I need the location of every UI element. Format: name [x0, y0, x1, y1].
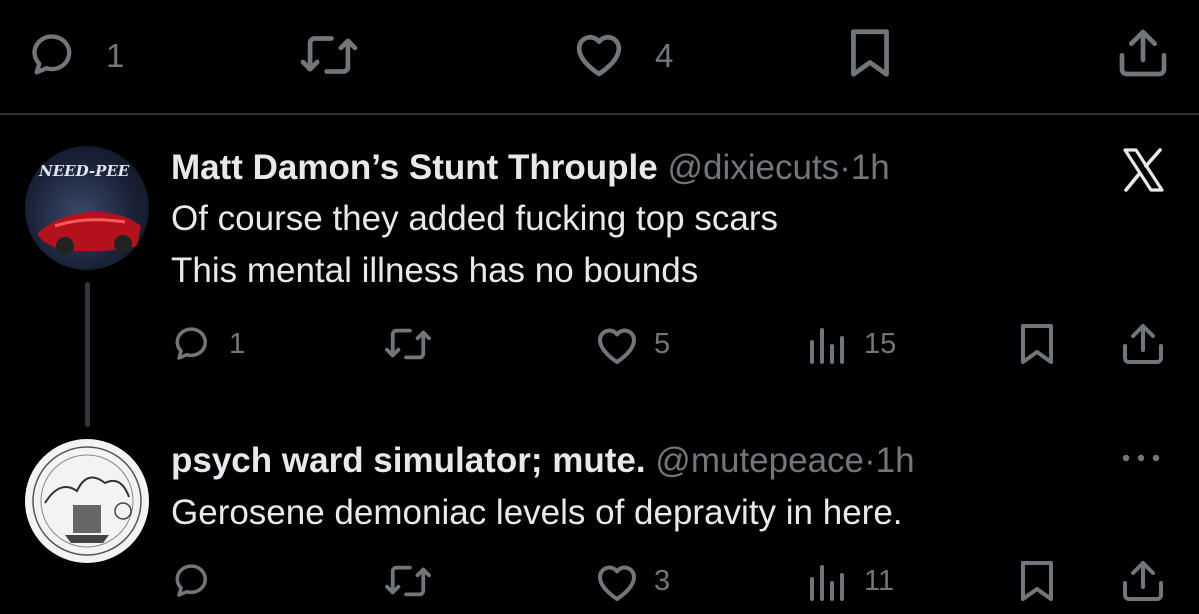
display-name[interactable]: Matt Damon’s Stunt Throuple	[171, 148, 658, 187]
thread-line	[85, 282, 90, 427]
like-count: 5	[654, 328, 671, 360]
view-count: 11	[864, 565, 895, 597]
reply-count: 1	[106, 37, 125, 74]
repost-icon[interactable]	[383, 323, 433, 365]
avatar[interactable]	[25, 439, 149, 563]
reply-icon[interactable]	[26, 29, 82, 81]
repost-icon[interactable]	[298, 29, 360, 81]
more-options-icon[interactable]	[1118, 448, 1164, 473]
views-icon[interactable]	[803, 559, 853, 603]
like-count: 3	[654, 565, 671, 597]
share-icon[interactable]	[1119, 559, 1167, 603]
post-text: Of course they added fucking top scars T…	[171, 193, 778, 297]
post-line: This mental illness has no bounds	[171, 251, 699, 290]
avatar-logo-text: NEED-PEE	[39, 162, 130, 180]
separator: ·	[839, 148, 851, 187]
repost-icon[interactable]	[383, 560, 433, 602]
handle[interactable]: @mutepeace	[655, 441, 864, 480]
post-line: Of course they added fucking top scars	[171, 199, 778, 238]
post-text: Gerosene demoniac levels of depravity in…	[171, 487, 903, 539]
avatar[interactable]: NEED-PEE	[25, 146, 149, 270]
display-name[interactable]: psych ward simulator; mute.	[171, 441, 646, 480]
post-line: Gerosene demoniac levels of depravity in…	[171, 493, 903, 532]
reply-icon[interactable]	[170, 323, 216, 365]
bookmark-icon[interactable]	[1017, 322, 1057, 366]
like-count: 4	[655, 37, 674, 74]
bookmark-icon[interactable]	[846, 27, 894, 79]
reply-count: 1	[229, 328, 246, 360]
separator: ·	[864, 441, 876, 480]
bookmark-icon[interactable]	[1017, 559, 1057, 603]
like-icon[interactable]	[593, 559, 641, 603]
reply-icon[interactable]	[170, 560, 216, 602]
like-icon[interactable]	[571, 27, 627, 79]
x-logo-icon	[1118, 146, 1168, 203]
post2-header: psych ward simulator; mute. @mutepeace·1…	[171, 443, 915, 478]
share-icon[interactable]	[1115, 27, 1171, 79]
timestamp[interactable]: 1h	[876, 441, 915, 480]
post1-header: Matt Damon’s Stunt Throuple @dixiecuts·1…	[171, 150, 890, 185]
like-icon[interactable]	[593, 322, 641, 366]
view-count: 15	[864, 328, 897, 360]
views-icon[interactable]	[803, 322, 853, 366]
divider	[0, 113, 1199, 115]
share-icon[interactable]	[1119, 322, 1167, 366]
handle[interactable]: @dixiecuts	[667, 148, 839, 187]
timestamp[interactable]: 1h	[851, 148, 890, 187]
